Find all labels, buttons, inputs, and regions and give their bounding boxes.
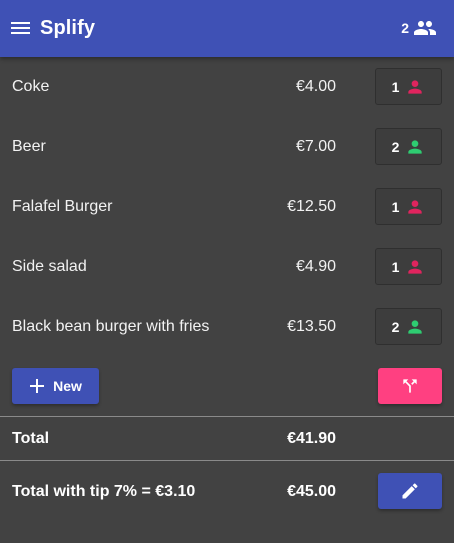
- person-icon: [408, 79, 423, 94]
- pencil-icon: [402, 483, 418, 499]
- item-people-count: 2: [391, 138, 400, 155]
- person-icon: [408, 139, 423, 154]
- item-name: Falafel Burger: [12, 198, 113, 215]
- item-price: €4.00: [295, 78, 336, 95]
- people-button[interactable]: 2: [401, 16, 437, 40]
- item-price: €7.00: [295, 138, 336, 155]
- app-title: Splify: [40, 17, 96, 39]
- item-row[interactable]: Black bean burger with fries €13.50 2: [0, 297, 454, 357]
- item-people-count: 1: [391, 78, 400, 95]
- divider: [0, 460, 454, 461]
- item-name: Side salad: [12, 258, 87, 275]
- item-row[interactable]: Coke €4.00 1: [0, 57, 454, 117]
- person-icon: [408, 199, 423, 214]
- item-name: Black bean burger with fries: [12, 318, 210, 335]
- item-name: Beer: [12, 138, 46, 155]
- item-price: €13.50: [287, 318, 336, 335]
- item-people-button[interactable]: 2: [375, 308, 442, 345]
- item-people-count: 1: [391, 198, 400, 215]
- divider: [0, 416, 454, 417]
- item-people-count: 1: [391, 258, 400, 275]
- item-row[interactable]: Beer €7.00 2: [0, 117, 454, 177]
- person-icon: [408, 319, 423, 334]
- edit-tip-button[interactable]: [378, 473, 442, 509]
- item-people-button[interactable]: 1: [375, 248, 442, 285]
- group-icon: [414, 21, 436, 35]
- item-people-button[interactable]: 2: [375, 128, 442, 165]
- item-people-button[interactable]: 1: [375, 188, 442, 225]
- tip-label: Total with tip 7% = €3.10: [12, 483, 196, 500]
- new-item-label: New: [53, 378, 82, 394]
- new-item-button[interactable]: New: [12, 368, 99, 404]
- call-split-icon: [403, 379, 417, 393]
- item-name: Coke: [12, 78, 50, 95]
- tip-total-value: €45.00: [287, 483, 336, 500]
- item-people-count: 2: [391, 318, 400, 335]
- item-price: €4.90: [295, 258, 336, 275]
- splify-app: Splify 2 Coke €4.00 1 Beer €7.00 2 Falaf…: [0, 0, 454, 543]
- menu-icon[interactable]: [11, 20, 30, 38]
- people-count: 2: [401, 20, 409, 36]
- total-label: Total: [12, 430, 50, 447]
- split-button[interactable]: [378, 368, 442, 404]
- plus-icon: [30, 379, 45, 393]
- item-people-button[interactable]: 1: [375, 68, 442, 105]
- app-bar: Splify 2: [0, 0, 454, 57]
- total-value: €41.90: [287, 430, 336, 447]
- item-price: €12.50: [287, 198, 336, 215]
- item-row[interactable]: Falafel Burger €12.50 1: [0, 177, 454, 237]
- item-list: Coke €4.00 1 Beer €7.00 2 Falafel Burger…: [0, 57, 454, 357]
- person-icon: [408, 259, 423, 274]
- item-row[interactable]: Side salad €4.90 1: [0, 237, 454, 297]
